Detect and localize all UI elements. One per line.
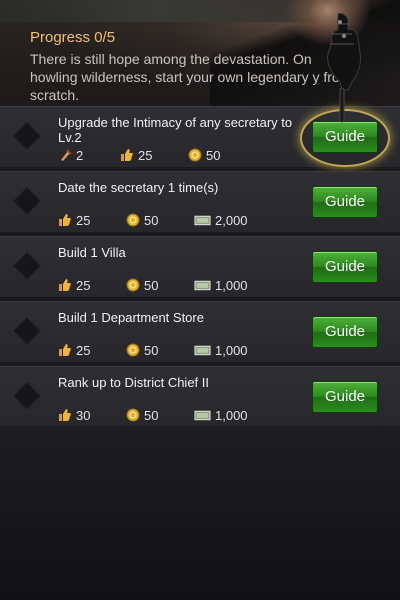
task-row: Date the secretary 1 time(s) 25 50 2,000… bbox=[0, 171, 400, 232]
reward-value: 2 bbox=[76, 147, 84, 163]
reward-item: 1,000 bbox=[194, 408, 264, 423]
reward-item: 50 bbox=[188, 148, 244, 163]
reward-value: 25 bbox=[76, 342, 91, 358]
reward-value: 50 bbox=[144, 212, 159, 228]
thumbs-up-icon bbox=[59, 344, 71, 356]
cash-icon bbox=[194, 410, 211, 421]
reward-item: 50 bbox=[126, 343, 182, 358]
task-title: Rank up to District Chief II bbox=[58, 375, 209, 390]
reward-value: 25 bbox=[76, 212, 91, 228]
task-title: Upgrade the Intimacy of any secretary to… bbox=[58, 115, 293, 145]
reward-value: 50 bbox=[206, 147, 221, 163]
empty-panel-area bbox=[0, 426, 400, 600]
task-title: Build 1 Villa bbox=[58, 245, 126, 260]
reward-item: 1,000 bbox=[194, 343, 264, 358]
reward-value: 30 bbox=[76, 407, 91, 423]
task-row: Rank up to District Chief II 30 50 1,000… bbox=[0, 366, 400, 427]
reward-item: 50 bbox=[126, 278, 182, 293]
syringe-icon bbox=[61, 149, 72, 161]
reward-item: 1,000 bbox=[194, 278, 264, 293]
task-status-icon bbox=[14, 253, 40, 279]
thumbs-up-icon bbox=[121, 149, 133, 161]
reward-value: 50 bbox=[144, 342, 159, 358]
task-status-icon bbox=[14, 318, 40, 344]
task-row: Build 1 Villa 25 50 1,000 Guide bbox=[0, 236, 400, 297]
reward-item: 2,000 bbox=[194, 213, 264, 228]
task-status-icon bbox=[14, 123, 40, 149]
reward-value: 2,000 bbox=[215, 212, 248, 228]
thumbs-up-icon bbox=[59, 214, 71, 226]
reward-value: 1,000 bbox=[215, 277, 248, 293]
task-rewards: 25 50 1,000 bbox=[58, 277, 276, 293]
cash-icon bbox=[194, 345, 211, 356]
guide-button[interactable]: Guide bbox=[312, 186, 378, 218]
reward-item: 50 bbox=[126, 408, 182, 423]
reward-item: 50 bbox=[126, 213, 182, 228]
reward-value: 25 bbox=[76, 277, 91, 293]
reward-value: 1,000 bbox=[215, 342, 248, 358]
guide-button[interactable]: Guide bbox=[312, 381, 378, 413]
reward-item: 2 bbox=[58, 148, 108, 163]
task-rewards: 25 50 2,000 bbox=[58, 212, 276, 228]
guide-button[interactable]: Guide bbox=[312, 251, 378, 283]
task-status-icon bbox=[14, 188, 40, 214]
task-row: Build 1 Department Store 25 50 1,000 Gui… bbox=[0, 301, 400, 362]
cash-icon bbox=[194, 215, 211, 226]
reward-value: 50 bbox=[144, 277, 159, 293]
gold-coin-icon bbox=[126, 408, 140, 422]
reward-value: 1,000 bbox=[215, 407, 248, 423]
task-rewards: 30 50 1,000 bbox=[58, 407, 276, 423]
task-rewards: 25 50 1,000 bbox=[58, 342, 276, 358]
story-text: There is still hope among the devastatio… bbox=[30, 51, 352, 103]
gold-coin-icon bbox=[126, 343, 140, 357]
reward-item: 25 bbox=[58, 213, 114, 228]
reward-value: 50 bbox=[144, 407, 159, 423]
thumbs-up-icon bbox=[59, 279, 71, 291]
reward-item: 30 bbox=[58, 408, 114, 423]
gold-coin-icon bbox=[188, 148, 202, 162]
reward-item: 25 bbox=[120, 148, 176, 163]
task-rewards: 2 25 50 bbox=[58, 147, 256, 163]
reward-value: 25 bbox=[138, 147, 153, 163]
gold-coin-icon bbox=[126, 278, 140, 292]
thumbs-up-icon bbox=[59, 409, 71, 421]
guide-button[interactable]: Guide bbox=[312, 121, 378, 153]
guide-button[interactable]: Guide bbox=[312, 316, 378, 348]
reward-item: 25 bbox=[58, 278, 114, 293]
task-title: Date the secretary 1 time(s) bbox=[58, 180, 219, 195]
tutorial-hand-icon bbox=[327, 13, 361, 123]
task-status-icon bbox=[14, 383, 40, 409]
progress-label: Progress 0/5 bbox=[30, 29, 116, 46]
task-list: Upgrade the Intimacy of any secretary to… bbox=[0, 106, 400, 431]
task-title: Build 1 Department Store bbox=[58, 310, 204, 325]
gold-coin-icon bbox=[126, 213, 140, 227]
cash-icon bbox=[194, 280, 211, 291]
reward-item: 25 bbox=[58, 343, 114, 358]
